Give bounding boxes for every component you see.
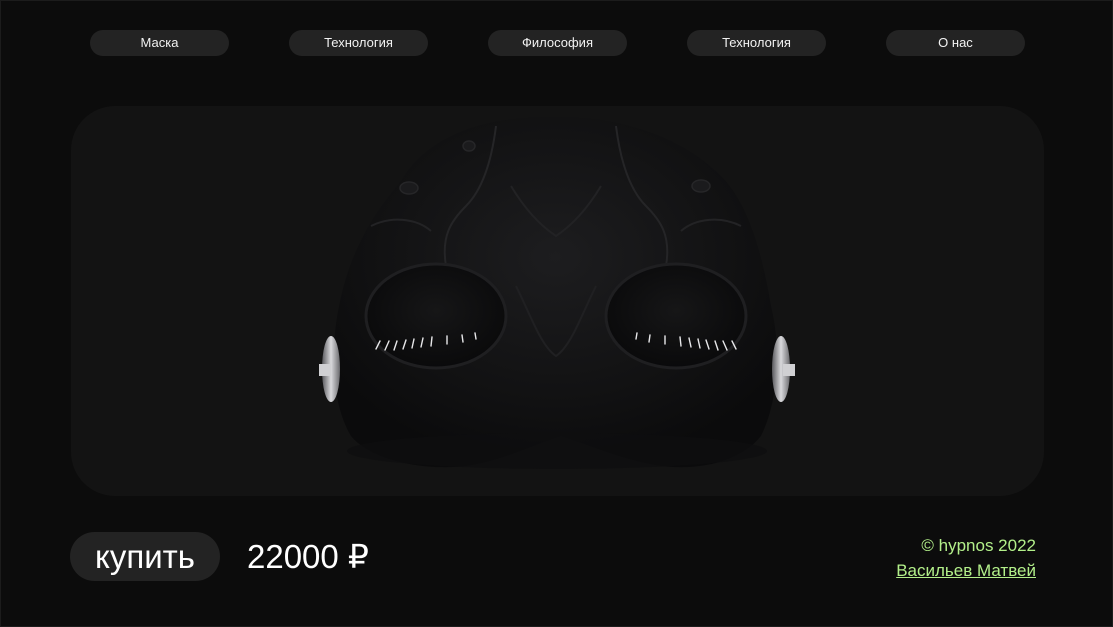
sleep-mask-image [319,117,795,469]
footer: © hypnos 2022 Васильев Матвей [896,533,1036,583]
buy-button[interactable]: купить [70,532,220,581]
copyright-text: © hypnos 2022 [921,536,1036,555]
author-link[interactable]: Васильев Матвей [896,558,1036,583]
nav-item-mask[interactable]: Маска [90,30,229,56]
nav-item-about[interactable]: О нас [886,30,1025,56]
nav-item-technology[interactable]: Технология [289,30,428,56]
nav-item-philosophy[interactable]: Философия [488,30,627,56]
hero-panel [71,106,1044,496]
price: 22000 ₽ [247,538,369,575]
nav-item-technology-2[interactable]: Технология [687,30,826,56]
page: Маска Технология Философия Технология О … [0,0,1113,627]
top-nav: Маска Технология Философия Технология О … [90,30,1025,56]
